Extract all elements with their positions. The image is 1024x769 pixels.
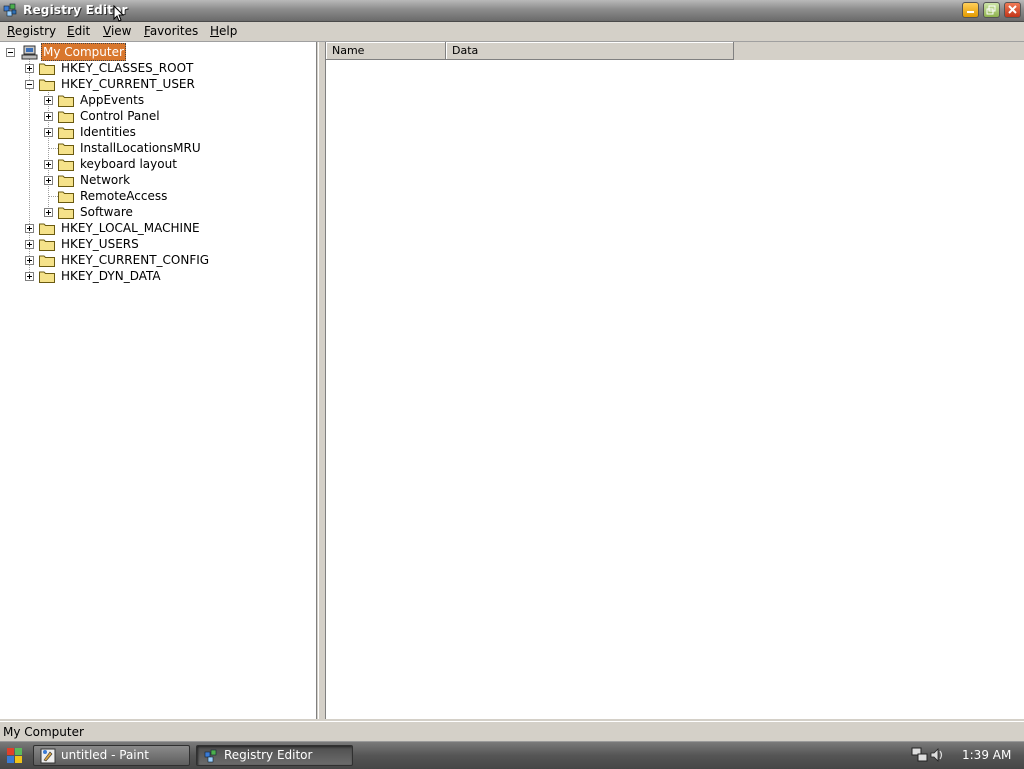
close-button[interactable] [1004,2,1021,18]
folder-icon [58,127,74,139]
tree-node-hkey-local-machine[interactable]: HKEY_LOCAL_MACHINE [0,220,317,236]
folder-icon [58,143,74,155]
taskbar-clock[interactable]: 1:39 AM [962,748,1011,762]
tree-node-installlocationsmru[interactable]: InstallLocationsMRU [0,140,317,156]
expand-expander-icon[interactable] [25,256,34,265]
volume-icon[interactable] [930,748,943,762]
mouse-cursor-icon [113,5,125,22]
tree-node-identities[interactable]: Identities [0,124,317,140]
registry-tree[interactable]: My Computer HKEY_CLASSES_ROOT HKEY_CURRE… [0,42,317,719]
expand-expander-icon[interactable] [44,208,53,217]
column-header-name[interactable]: Name [326,42,446,60]
folder-icon [58,111,74,123]
expand-expander-icon[interactable] [25,272,34,281]
minimize-icon [967,11,974,13]
pane-splitter[interactable] [318,42,325,719]
registry-icon [204,749,217,763]
tree-node-hkey-current-user[interactable]: HKEY_CURRENT_USER [0,76,317,92]
paint-icon [40,748,56,764]
registry-editor-icon [3,3,17,17]
status-bar: My Computer [0,721,1024,741]
menu-help[interactable]: Help [210,24,237,38]
minimize-button[interactable] [962,2,979,18]
expand-expander-icon[interactable] [44,112,53,121]
tree-node-appevents[interactable]: AppEvents [0,92,317,108]
menu-bar: Registry Edit View Favorites Help [0,22,1024,42]
taskbar: untitled - Paint Registry Editor 1:39 AM [0,741,1024,769]
tree-node-hkey-dyn-data[interactable]: HKEY_DYN_DATA [0,268,317,284]
folder-icon [39,223,55,235]
tree-node-remoteaccess[interactable]: RemoteAccess [0,188,317,204]
folder-icon [39,271,55,283]
window-title: Registry Editor [23,3,128,17]
column-header-data[interactable]: Data [446,42,734,60]
tree-node-hkey-classes-root[interactable]: HKEY_CLASSES_ROOT [0,60,317,76]
expand-expander-icon[interactable] [25,240,34,249]
tree-node-my-computer[interactable]: My Computer [0,43,317,61]
start-button[interactable] [5,746,25,765]
tree-node-hkey-users[interactable]: HKEY_USERS [0,236,317,252]
expand-expander-icon[interactable] [25,224,34,233]
menu-favorites[interactable]: Favorites [144,24,198,38]
taskbar-button-paint[interactable]: untitled - Paint [33,745,190,766]
folder-icon [58,207,74,219]
expand-expander-icon[interactable] [44,160,53,169]
network-icon[interactable] [911,747,928,762]
menu-edit[interactable]: Edit [67,24,90,38]
expand-expander-icon[interactable] [25,64,34,73]
status-text: My Computer [3,725,84,739]
tree-node-network[interactable]: Network [0,172,317,188]
tree-node-control-panel[interactable]: Control Panel [0,108,317,124]
values-list[interactable]: Name Data [325,42,1024,719]
tree-node-hkey-current-config[interactable]: HKEY_CURRENT_CONFIG [0,252,317,268]
system-tray[interactable] [911,746,947,764]
expand-expander-icon[interactable] [44,96,53,105]
collapse-expander-icon[interactable] [6,48,15,57]
expand-expander-icon[interactable] [44,128,53,137]
folder-icon [58,159,74,171]
list-header: Name Data [326,42,1024,60]
expand-expander-icon[interactable] [44,176,53,185]
folder-icon [58,191,74,203]
computer-icon [21,45,38,60]
folder-icon [39,255,55,267]
tree-node-keyboard-layout[interactable]: keyboard layout [0,156,317,172]
maximize-button[interactable] [983,2,1000,18]
tree-node-software[interactable]: Software [0,204,317,220]
folder-icon [58,95,74,107]
menu-registry[interactable]: Registry [7,24,56,38]
taskbar-button-registry-editor[interactable]: Registry Editor [196,745,353,766]
open-folder-icon [39,79,55,91]
restore-icon [986,5,996,15]
folder-icon [39,63,55,75]
folder-icon [39,239,55,251]
close-icon [1008,5,1017,14]
menu-view[interactable]: View [103,24,131,38]
folder-icon [58,175,74,187]
title-bar[interactable]: Registry Editor [0,0,1024,22]
collapse-expander-icon[interactable] [25,80,34,89]
